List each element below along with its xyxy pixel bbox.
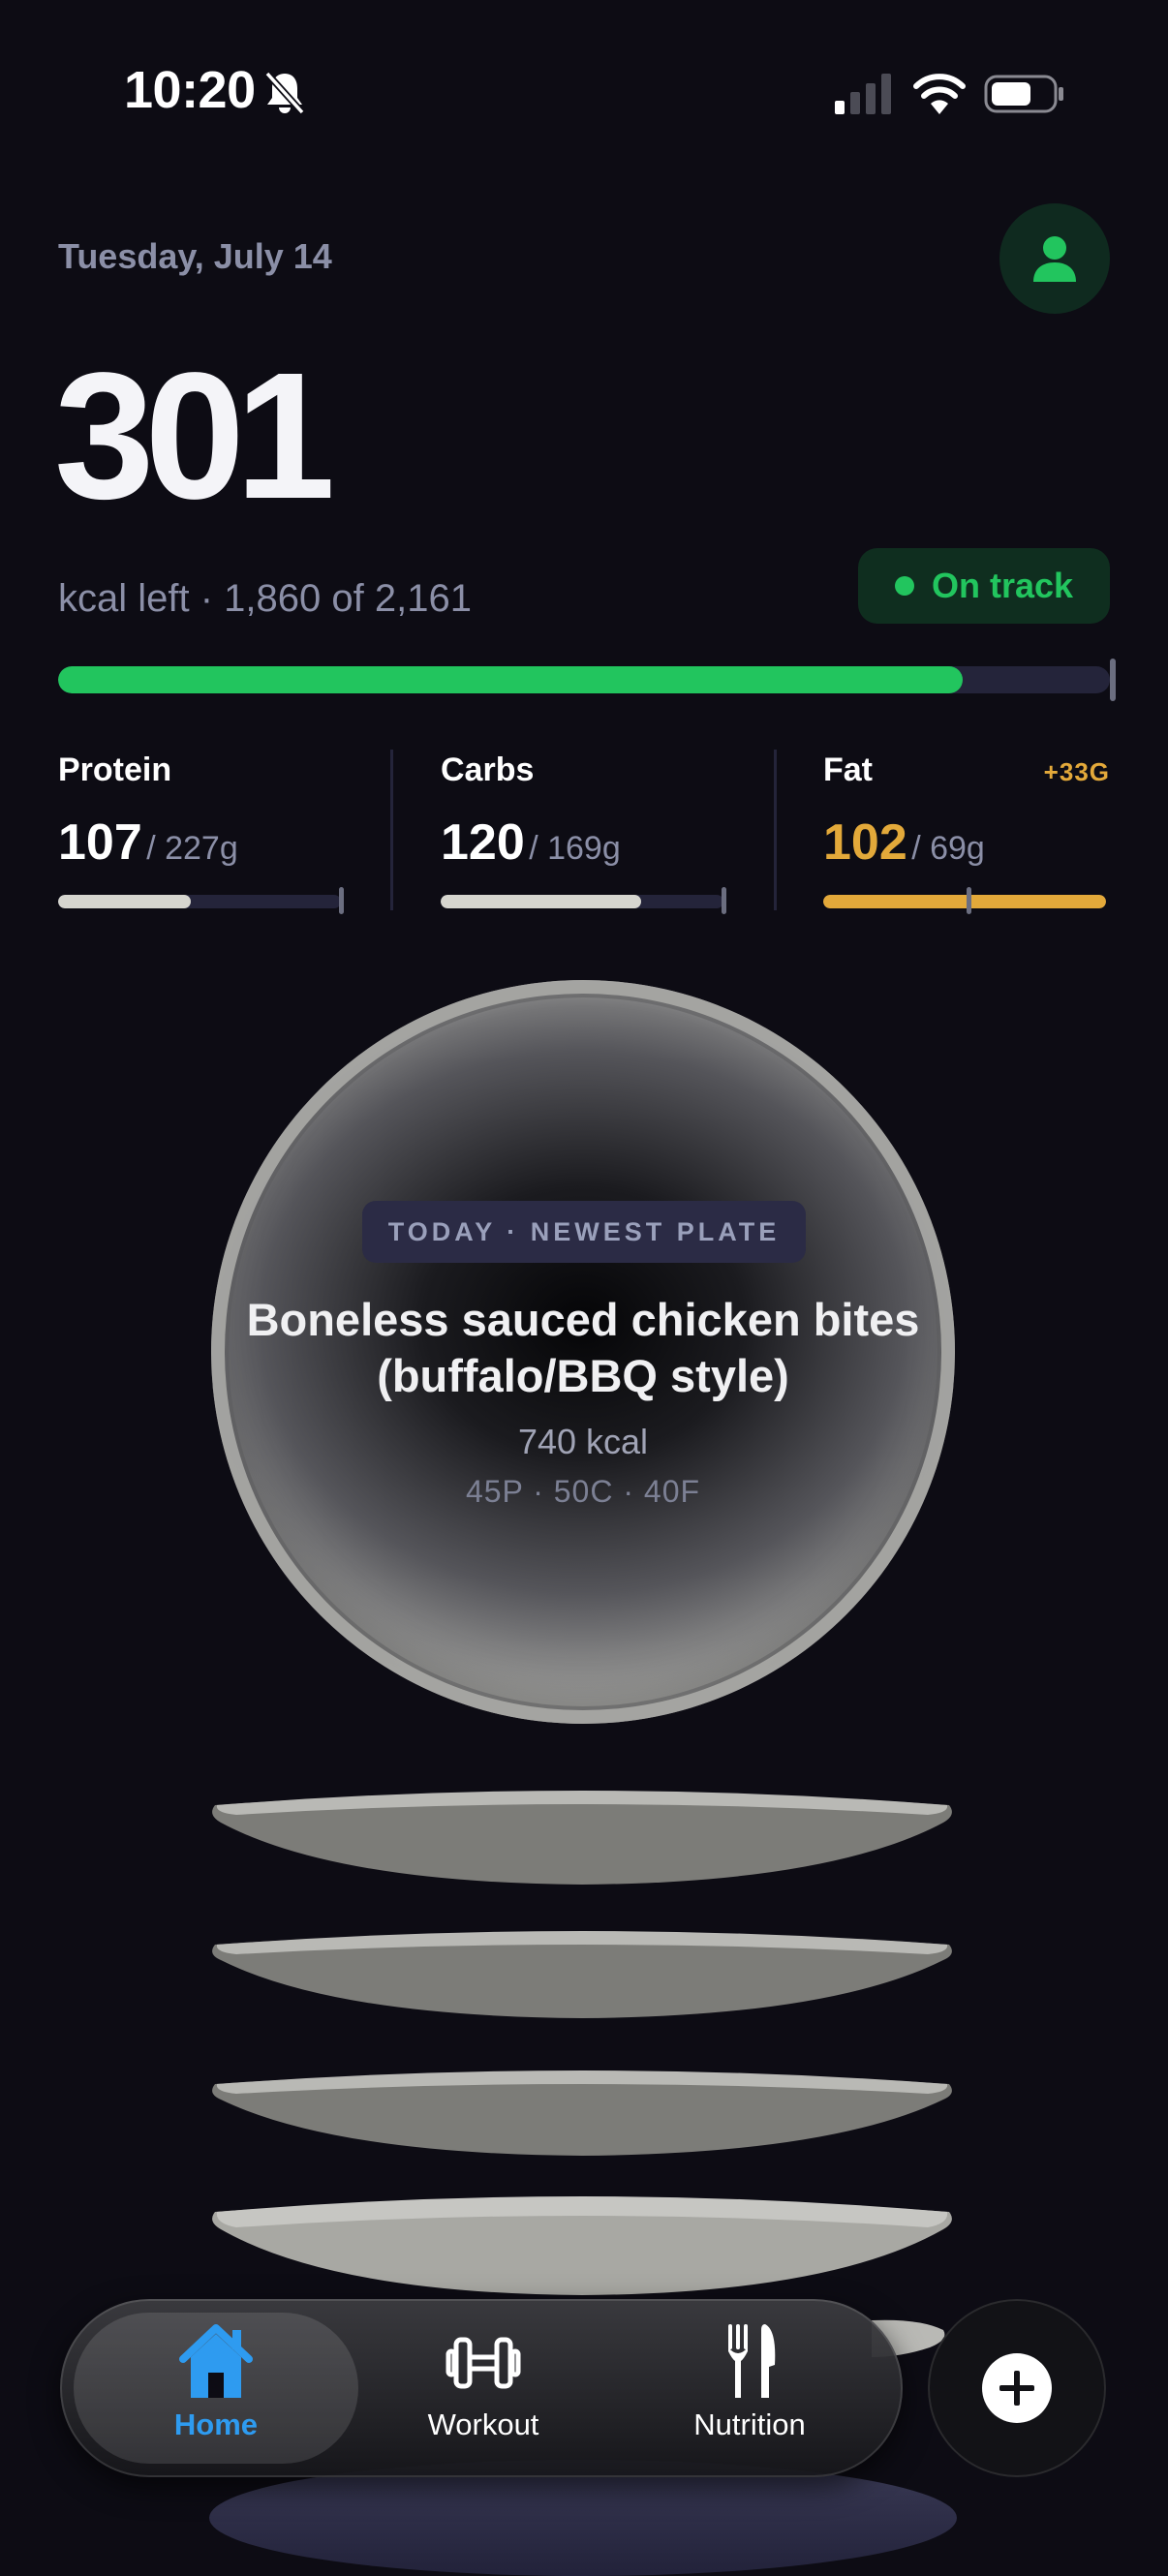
macro-progress-fill (441, 895, 642, 908)
plate-title-line: Boneless sauced chicken bites (246, 1294, 920, 1345)
macro-progress-bar (823, 895, 1106, 908)
calorie-progress-bar (58, 666, 1110, 693)
dumbbell-icon (446, 2337, 521, 2389)
macro-goal: / 169g (529, 830, 621, 867)
plate-tag: TODAY · NEWEST PLATE (362, 1201, 806, 1263)
profile-button[interactable] (999, 203, 1110, 314)
macro-progress-bar (58, 895, 341, 908)
macro-divider (774, 750, 777, 910)
macro-carbs[interactable]: Carbs 120 / 169g (441, 746, 727, 914)
calorie-progress-fill (58, 666, 963, 693)
add-button[interactable] (928, 2299, 1106, 2477)
macro-over-label: +33G (1043, 757, 1110, 786)
macro-divider (390, 750, 393, 910)
plus-icon (982, 2353, 1052, 2423)
house-icon (179, 2324, 253, 2398)
nav-nutrition[interactable]: Nutrition (633, 2320, 866, 2456)
status-dot (894, 576, 914, 596)
macro-progress-fill (58, 895, 192, 908)
macro-goal-marker (339, 887, 344, 914)
macro-goal: / 227g (146, 830, 238, 867)
macro-goal: / 69g (911, 830, 985, 867)
macro-goal-marker (722, 887, 726, 914)
cellular-signal-icon (835, 74, 891, 114)
macro-current: 107 (58, 814, 142, 871)
date-label: Tuesday, July 14 (58, 236, 332, 276)
bell-slash-icon (264, 71, 305, 115)
nav-label: Nutrition (693, 2407, 806, 2441)
plate-kcal: 740 kcal (517, 1422, 649, 1461)
nav-workout[interactable]: Workout (367, 2320, 599, 2456)
macro-progress-fill (823, 895, 1106, 908)
macro-protein[interactable]: Protein 107 / 227g (58, 746, 345, 914)
macro-fat[interactable]: Fat +33G 102 / 69g (823, 746, 1110, 914)
battery-icon (984, 75, 1063, 113)
stacked-plate[interactable] (211, 2061, 953, 2158)
base-disc (209, 2460, 957, 2576)
macro-name: Carbs (441, 751, 535, 788)
plate-title-line: (buffalo/BBQ style) (377, 1350, 789, 1401)
macro-name: Protein (58, 751, 172, 788)
stacked-plate[interactable] (211, 1923, 953, 2020)
calories-subtitle: kcal left · 1,860 of 2,161 (58, 577, 472, 620)
stacked-plate[interactable] (211, 1776, 953, 1888)
status-text: On track (931, 566, 1074, 605)
nav-label: Workout (427, 2407, 539, 2441)
plate-title: Boneless sauced chicken bites (buffalo/B… (211, 1292, 955, 1404)
person-icon (1033, 236, 1076, 282)
fork-knife-icon (728, 2324, 776, 2398)
macro-current: 102 (823, 814, 907, 871)
wifi-icon (913, 74, 966, 114)
status-badge: On track (858, 548, 1110, 624)
macro-current: 120 (441, 814, 525, 871)
nav-label: Home (173, 2407, 259, 2441)
macro-goal-marker (967, 887, 971, 914)
macro-name: Fat (823, 751, 873, 788)
calories-remaining: 301 (54, 336, 335, 537)
status-time: 10:20 (124, 61, 256, 119)
calorie-goal-marker (1110, 659, 1116, 701)
nav-home[interactable]: Home (100, 2320, 332, 2456)
stacked-plate[interactable] (211, 2185, 953, 2297)
macro-progress-bar (441, 895, 723, 908)
plate-macros: 45P · 50C · 40F (465, 1474, 701, 1509)
